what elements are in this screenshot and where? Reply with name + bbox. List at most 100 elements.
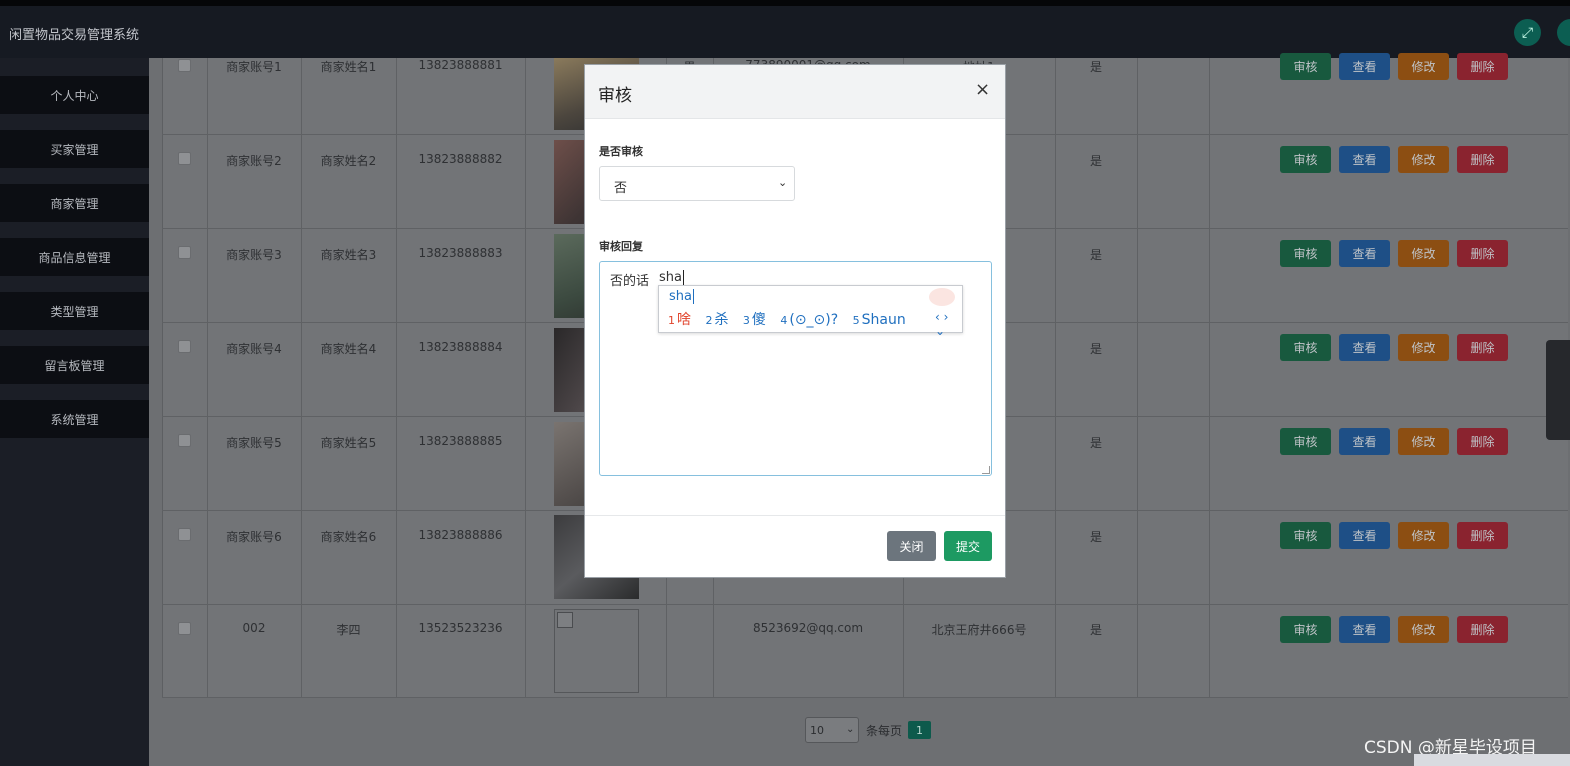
merchant-audited: 是 [1089,530,1102,544]
delete-button[interactable]: 删除 [1457,522,1508,549]
modal-footer-divider [585,515,1005,516]
delete-button[interactable]: 删除 [1457,146,1508,173]
edit-button[interactable]: 修改 [1398,53,1449,80]
audit-button[interactable]: 审核 [1280,146,1331,173]
merchant-account: 商家账号3 [226,248,282,262]
close-icon[interactable]: × [975,79,990,100]
row-checkbox[interactable] [178,246,191,259]
ime-pinyin: sha [669,289,694,304]
merchant-phone: 13823888885 [418,434,503,448]
edit-button[interactable]: 修改 [1398,616,1449,643]
merchant-name: 商家姓名3 [320,248,377,262]
merchant-phone: 13823888882 [418,152,503,166]
ime-toolbar [1414,754,1570,766]
delete-button[interactable]: 删除 [1457,334,1508,361]
ime-candidate[interactable]: 4 (⊙_⊙)? [780,312,838,328]
delete-button[interactable]: 删除 [1457,53,1508,80]
edit-button[interactable]: 修改 [1398,240,1449,267]
merchant-audited: 是 [1089,248,1102,262]
sidebar-item-personal-center[interactable]: 个人中心 [0,76,149,114]
delete-button[interactable]: 删除 [1457,240,1508,267]
per-page-label: 条每页 [866,724,903,738]
edit-button[interactable]: 修改 [1398,522,1449,549]
sidebar-item-type-management[interactable]: 类型管理 [0,292,149,330]
row-checkbox[interactable] [178,528,191,541]
merchant-account: 002 [242,621,266,635]
audit-reply-text: 否的话 [610,274,650,289]
page-size-value: 10 [810,724,824,737]
row-checkbox[interactable] [178,622,191,635]
ime-candidate-window: sha 1啥 2杀 3傻 4 (⊙_⊙)? 5 Shaun ‹ › ⌄ [658,285,963,338]
row-checkbox[interactable] [178,434,191,447]
edit-button[interactable]: 修改 [1398,428,1449,455]
modal-header: 审核 × [585,65,1005,119]
page-button-current[interactable]: 1 [908,721,931,739]
ime-page-nav-icon[interactable]: ‹ › ⌄ [935,310,962,338]
merchant-email: 8523692@qq.com [752,621,864,635]
sidebar-item-buyer-management[interactable]: 买家管理 [0,130,149,168]
merchant-audited: 是 [1089,623,1102,637]
modal-close-button[interactable]: 关闭 [887,531,936,561]
broken-image-icon [554,609,639,693]
merchant-account: 商家账号1 [226,60,282,74]
merchant-audited: 是 [1089,342,1102,356]
merchant-phone: 13823888881 [418,58,503,72]
ime-candidate[interactable]: 2杀 [705,312,728,328]
merchant-phone: 13823888884 [418,340,503,354]
ime-candidate[interactable]: 5 Shaun [853,312,906,328]
merchant-phone: 13523523236 [418,621,503,635]
view-button[interactable]: 查看 [1339,146,1390,173]
app-title: 闲置物品交易管理系统 [9,28,140,43]
sidebar-item-product-management[interactable]: 商品信息管理 [0,238,149,276]
audit-button[interactable]: 审核 [1280,616,1331,643]
merchant-audited: 是 [1089,60,1102,74]
delete-button[interactable]: 删除 [1457,428,1508,455]
audit-status-label: 是否审核 [599,145,643,158]
merchant-audited: 是 [1089,436,1102,450]
ime-logo-icon [929,288,955,306]
merchant-account: 商家账号4 [226,342,282,356]
delete-button[interactable]: 删除 [1457,616,1508,643]
page-size-select[interactable]: 10 ⌄ [805,717,859,743]
resize-handle[interactable] [982,466,990,474]
edit-button[interactable]: 修改 [1398,146,1449,173]
sidebar-item-message-board[interactable]: 留言板管理 [0,346,149,384]
row-checkbox[interactable] [178,59,191,72]
edit-button[interactable]: 修改 [1398,334,1449,361]
modal-title: 审核 [598,86,632,106]
view-button[interactable]: 查看 [1339,616,1390,643]
sidebar-item-merchant-management[interactable]: 商家管理 [0,184,149,222]
view-button[interactable]: 查看 [1339,334,1390,361]
audit-button[interactable]: 审核 [1280,334,1331,361]
view-button[interactable]: 查看 [1339,428,1390,455]
audit-button[interactable]: 审核 [1280,428,1331,455]
merchant-name: 商家姓名5 [320,436,377,450]
modal-submit-button[interactable]: 提交 [944,531,992,561]
merchant-name: 李四 [336,623,361,637]
ime-candidate[interactable]: 1啥 [668,312,691,328]
view-button[interactable]: 查看 [1339,53,1390,80]
chevron-down-icon: ⌄ [778,176,788,189]
view-button[interactable]: 查看 [1339,240,1390,267]
sidebar-item-system-management[interactable]: 系统管理 [0,400,149,438]
ime-composition-text: sha [659,270,684,285]
ime-candidate[interactable]: 3傻 [743,312,766,328]
side-drawer-handle[interactable] [1546,340,1570,440]
merchant-name: 商家姓名2 [320,154,377,168]
view-button[interactable]: 查看 [1339,522,1390,549]
row-checkbox[interactable] [178,340,191,353]
audit-status-select[interactable]: 否 ⌄ [599,166,795,201]
ime-candidates: 1啥 2杀 3傻 4 (⊙_⊙)? 5 Shaun [668,309,916,329]
audit-button[interactable]: 审核 [1280,240,1331,267]
merchant-account: 商家账号5 [226,436,282,450]
audit-button[interactable]: 审核 [1280,522,1331,549]
merchant-account: 商家账号2 [226,154,282,168]
merchant-name: 商家姓名1 [320,60,377,74]
merchant-phone: 13823888886 [418,528,503,542]
merchant-phone: 13823888883 [418,246,503,260]
row-checkbox[interactable] [178,152,191,165]
merchant-address: 北京王府井666号 [931,623,1027,637]
merchant-name: 商家姓名4 [320,342,377,356]
merchant-account: 商家账号6 [226,530,282,544]
audit-button[interactable]: 审核 [1280,53,1331,80]
